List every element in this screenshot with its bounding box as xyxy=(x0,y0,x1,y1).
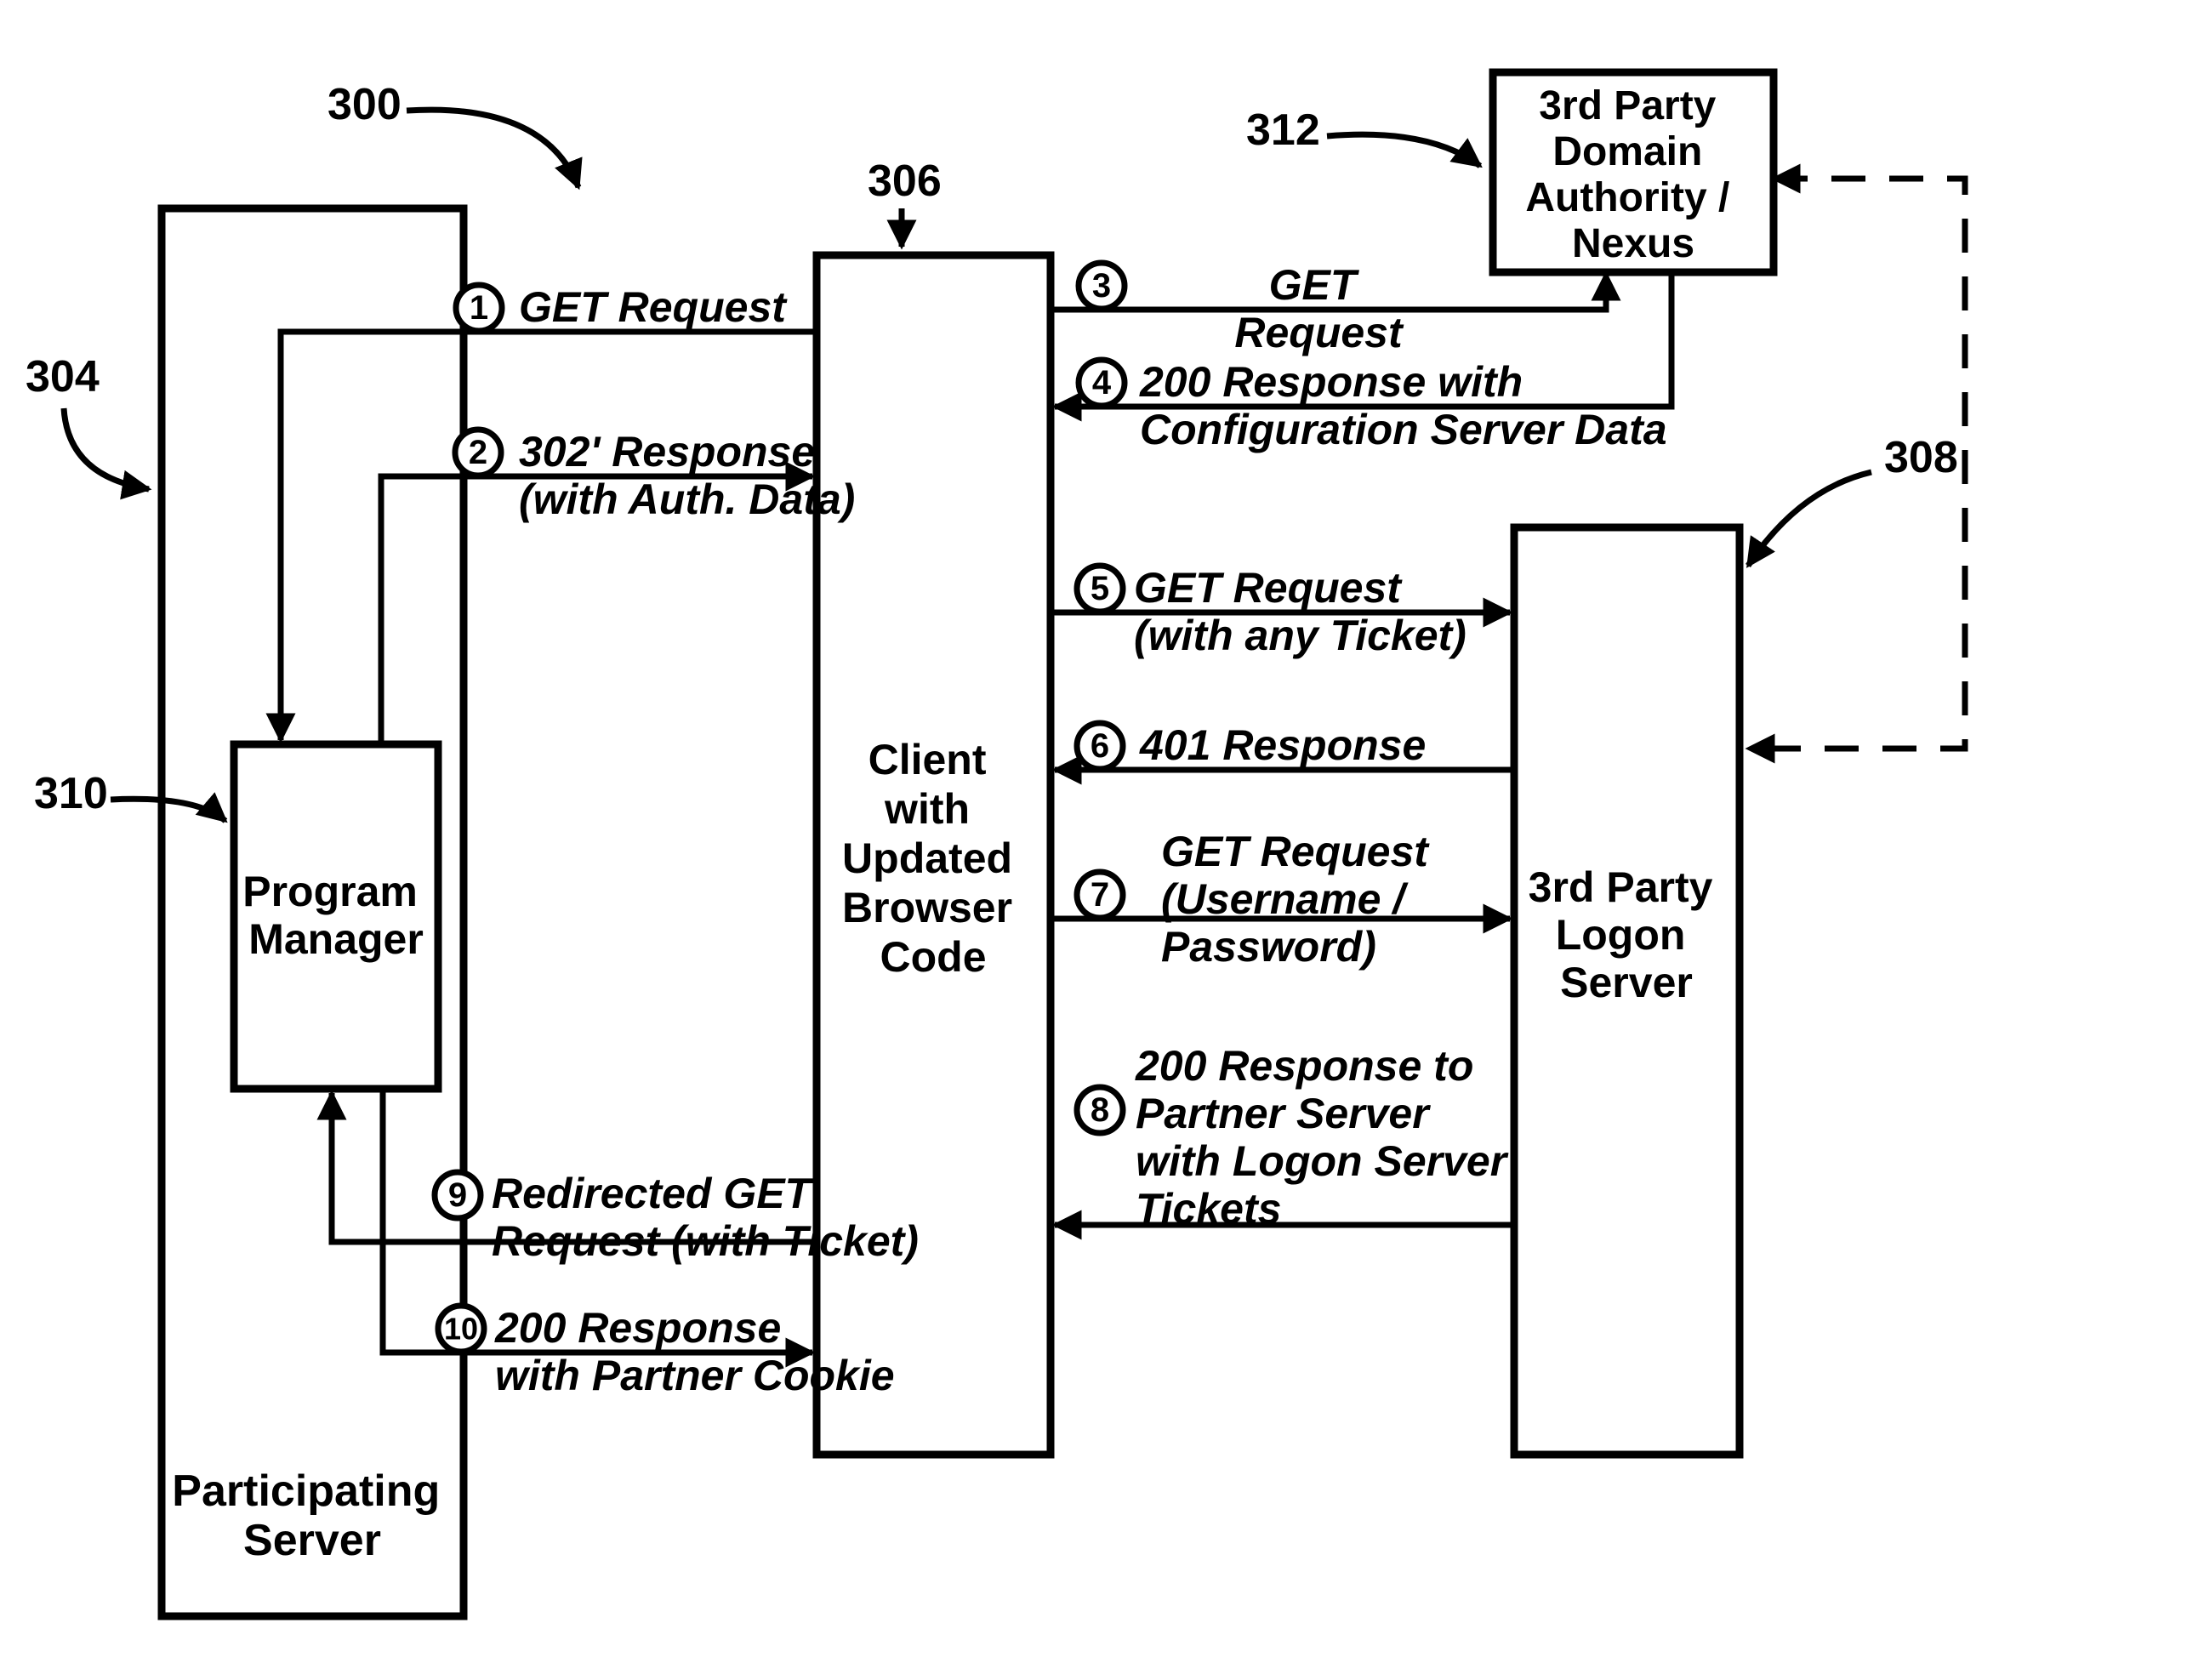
step-1-num: 1 xyxy=(470,289,488,327)
step-9-num: 9 xyxy=(448,1176,467,1214)
ref-312: 312 xyxy=(1246,105,1320,155)
step-2-num: 2 xyxy=(469,434,487,471)
step-6-num: 6 xyxy=(1091,727,1109,765)
step-8-num: 8 xyxy=(1091,1091,1109,1129)
step-5-num: 5 xyxy=(1091,570,1109,607)
ref-304: 304 xyxy=(26,352,100,401)
step-5-text: GET Request (with any Ticket) xyxy=(1134,564,1466,659)
ref-308: 308 xyxy=(1884,433,1958,482)
step-8-text: 200 Response to Partner Server with Logo… xyxy=(1135,1042,1518,1233)
step-10-num: 10 xyxy=(444,1312,478,1347)
ref-300-arrow xyxy=(407,110,578,187)
step-2-text: 302' Response (with Auth. Data) xyxy=(519,428,855,523)
ref-312-arrow xyxy=(1327,134,1480,166)
step-3-text: GET Request xyxy=(1234,261,1404,356)
ref-304-arrow xyxy=(64,408,149,489)
step-4-num: 4 xyxy=(1092,364,1112,401)
program-manager-label: Program Manager xyxy=(242,868,430,963)
step-3-num: 3 xyxy=(1092,267,1111,305)
ref-310: 310 xyxy=(34,769,108,818)
ref-308-arrow xyxy=(1748,472,1871,566)
step-6-text: 401 Response xyxy=(1139,721,1426,769)
step-4-text: 200 Response with Configuration Server D… xyxy=(1139,358,1667,453)
step-7-num: 7 xyxy=(1091,876,1109,914)
ref-306: 306 xyxy=(868,157,942,206)
step-1-text: GET Request xyxy=(519,283,788,331)
ref-300: 300 xyxy=(327,80,402,129)
step-7-text: GET Request (Username / Password) xyxy=(1161,828,1440,971)
